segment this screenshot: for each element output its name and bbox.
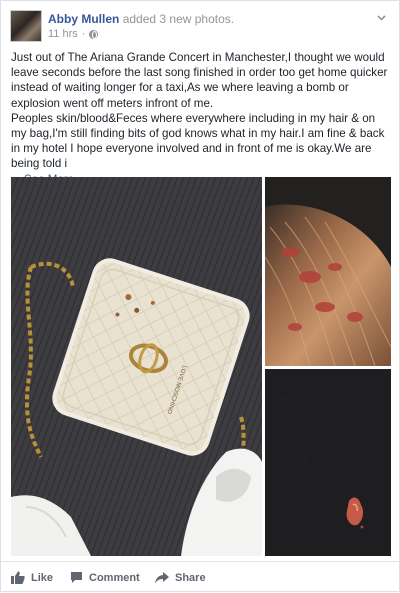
meta-separator: ·: [81, 28, 86, 40]
post-paragraph: Peoples skin/blood&Feces where everywher…: [11, 111, 391, 187]
post-paragraph: Just out of The Ariana Grande Concert in…: [11, 51, 388, 110]
post-action: added 3 new photos.: [122, 12, 235, 26]
post-header: Abby Mullen added 3 new photos. 11 hrs ·: [10, 10, 392, 44]
post-card: Abby Mullen added 3 new photos. 11 hrs ·…: [0, 0, 400, 592]
comment-label: Comment: [89, 571, 140, 584]
chevron-down-icon[interactable]: [374, 12, 388, 26]
post-paragraph-text: Peoples skin/blood&Feces where everywher…: [11, 111, 385, 171]
avatar[interactable]: [10, 10, 42, 42]
share-button[interactable]: Share: [155, 571, 206, 584]
comment-icon: [71, 572, 82, 583]
post-text: Just out of The Ariana Grande Concert in…: [11, 50, 391, 187]
like-icon: [11, 571, 25, 584]
like-button[interactable]: Like: [11, 571, 53, 584]
like-label: Like: [31, 571, 54, 584]
author-name[interactable]: Abby Mullen: [48, 12, 119, 26]
post-actions: Like Comment Share: [1, 561, 400, 593]
author-line: Abby Mullen added 3 new photos.: [48, 12, 234, 26]
globe-icon: [89, 29, 99, 39]
share-icon: [155, 571, 169, 584]
post-meta: 11 hrs ·: [48, 28, 99, 40]
photo-grid: LOVE MOSCHINO: [11, 177, 391, 556]
share-label: Share: [175, 571, 206, 584]
photo-hair[interactable]: [265, 177, 391, 366]
photo-floor[interactable]: [265, 369, 391, 556]
comment-button[interactable]: Comment: [70, 571, 140, 584]
timestamp[interactable]: 11 hrs: [48, 28, 78, 40]
photo-bag[interactable]: LOVE MOSCHINO: [11, 177, 262, 556]
